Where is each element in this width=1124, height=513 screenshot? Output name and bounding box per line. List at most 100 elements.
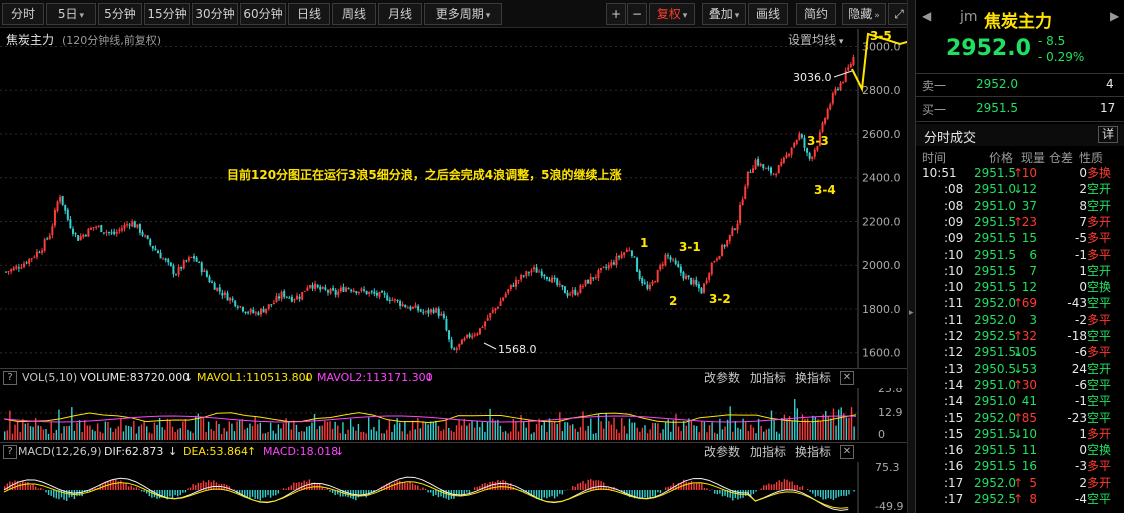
macd-histogram-bar bbox=[582, 480, 584, 490]
candle-body bbox=[393, 298, 396, 301]
panel-splitter[interactable]: ▸ bbox=[907, 0, 915, 513]
macd-histogram-bar bbox=[721, 490, 724, 497]
down-arrow-icon: ↓ bbox=[303, 371, 313, 384]
candle-body bbox=[530, 270, 533, 273]
volume-bar bbox=[605, 413, 607, 440]
candle-body bbox=[223, 292, 226, 296]
divider bbox=[916, 73, 1124, 74]
prev-symbol-icon[interactable]: ◀ bbox=[922, 9, 931, 23]
volume-bar bbox=[768, 428, 770, 440]
macd-histogram-bar bbox=[269, 490, 272, 498]
ma-settings-dropdown[interactable]: 设置均线 ▾ bbox=[788, 31, 843, 48]
macd-histogram-bar bbox=[597, 480, 600, 490]
macd-histogram-bar bbox=[812, 490, 814, 494]
price-chart-pane: 3000.0 2800.0 2600.0 2400.0 2200.0 2000.0 1800… bbox=[0, 29, 912, 368]
volume-bar bbox=[40, 426, 42, 440]
candle-body bbox=[321, 286, 324, 289]
candle-body bbox=[244, 311, 247, 314]
volume-bar bbox=[109, 427, 112, 440]
low-marker-label: 1568.0 bbox=[498, 343, 537, 356]
collapse-arrow-icon[interactable]: ▸ bbox=[909, 308, 914, 318]
tick-time: :12 bbox=[944, 345, 964, 360]
candle-body bbox=[296, 295, 299, 300]
volume-bar bbox=[308, 426, 311, 440]
ticks-list[interactable]: 10:51 2951.5 ↑ 10 0 多换:08 2951.0 ↓ 12 2 空开:08 2951.… bbox=[916, 165, 1124, 513]
volume-bar bbox=[424, 422, 427, 440]
candle-body bbox=[713, 261, 716, 263]
macd-histogram-bar bbox=[182, 490, 184, 493]
candle-body bbox=[270, 304, 273, 306]
high-marker-label: 3036.0 bbox=[793, 71, 832, 84]
candle-body bbox=[146, 235, 149, 239]
macd-histogram-bar bbox=[187, 488, 189, 490]
close-icon[interactable]: ✕ bbox=[840, 371, 854, 385]
more-periods-dropdown[interactable]: 更多周期 ▾ bbox=[424, 3, 502, 25]
volume-bar-chart[interactable]: 25.8 12.9 0 bbox=[0, 388, 912, 440]
candle-body bbox=[576, 293, 579, 295]
macd-histogram-bar bbox=[502, 479, 504, 490]
candlestick-chart[interactable]: 3000.02800.02600.02400.02200.02000.01800… bbox=[0, 29, 912, 368]
close-icon[interactable]: ✕ bbox=[840, 445, 854, 459]
help-icon[interactable]: ? bbox=[3, 371, 17, 385]
hide-button[interactable]: 隐藏» bbox=[842, 3, 886, 25]
detail-button[interactable]: 详 bbox=[1098, 126, 1118, 143]
macd-chart[interactable]: 75.3 -49.9 bbox=[0, 462, 912, 513]
macd-swap-indicator-button[interactable]: 换指标 bbox=[795, 443, 831, 461]
macd-histogram-bar bbox=[45, 490, 47, 493]
col-nature: 性质 bbox=[1079, 151, 1104, 165]
candle-body bbox=[298, 296, 301, 299]
draw-line-button[interactable]: 画线 bbox=[748, 3, 788, 25]
period-tab-monthly[interactable]: 月线 bbox=[378, 3, 422, 25]
zoom-out-button[interactable]: − bbox=[627, 3, 647, 25]
zoom-in-button[interactable]: + bbox=[606, 3, 626, 25]
volume-bar bbox=[659, 432, 662, 440]
macd-histogram-bar bbox=[179, 490, 181, 496]
volume-bar bbox=[574, 428, 576, 440]
period-tab-5min[interactable]: 5分钟 bbox=[98, 3, 142, 25]
candle-body bbox=[33, 256, 36, 258]
wave-label: 1 bbox=[640, 236, 648, 250]
tick-volume: 5 bbox=[1029, 475, 1037, 490]
y-tick-label: 12.9 bbox=[878, 406, 903, 419]
candle-body bbox=[141, 231, 144, 236]
period-tab-5day[interactable]: 5日 ▾ bbox=[46, 3, 96, 25]
vol-params-button[interactable]: 改参数 bbox=[704, 369, 740, 387]
macd-histogram-bar bbox=[760, 488, 762, 490]
volume-bar bbox=[453, 431, 455, 440]
period-tab-30min[interactable]: 30分钟 bbox=[192, 3, 238, 25]
macd-histogram-bar bbox=[378, 490, 380, 491]
volume-bar bbox=[290, 429, 292, 440]
tick-nature: 多平 bbox=[1087, 247, 1112, 262]
macd-params-button[interactable]: 改参数 bbox=[704, 443, 740, 461]
candle-body bbox=[708, 273, 711, 280]
macd-histogram-bar bbox=[288, 487, 290, 490]
simple-mode-button[interactable]: 简约 bbox=[796, 3, 836, 25]
volume-bar bbox=[58, 409, 60, 440]
candle-body bbox=[507, 289, 510, 293]
volume-bar bbox=[587, 425, 589, 440]
period-tab-daily[interactable]: 日线 bbox=[288, 3, 330, 25]
next-symbol-icon[interactable]: ▶ bbox=[1110, 9, 1119, 23]
candle-body bbox=[638, 270, 641, 279]
tick-price: 2950.5 bbox=[974, 361, 1016, 376]
tick-time: :15 bbox=[944, 410, 964, 425]
period-tab-timeshare[interactable]: 分时 bbox=[2, 3, 44, 25]
ask-price: 2952.0 bbox=[976, 77, 1018, 91]
period-tab-60min[interactable]: 60分钟 bbox=[240, 3, 286, 25]
chevron-down-icon: ▾ bbox=[836, 37, 844, 47]
volume-bar bbox=[342, 422, 344, 440]
candle-body bbox=[540, 271, 543, 276]
adjust-dropdown[interactable]: 复权 ▾ bbox=[649, 3, 695, 25]
period-tab-15min[interactable]: 15分钟 bbox=[144, 3, 190, 25]
period-tab-weekly[interactable]: 周线 bbox=[332, 3, 376, 25]
vol-add-indicator-button[interactable]: 加指标 bbox=[750, 369, 786, 387]
tick-nature: 空平 bbox=[1087, 410, 1112, 425]
overlay-dropdown[interactable]: 叠加 ▾ bbox=[702, 3, 746, 25]
volume-bar bbox=[840, 407, 842, 440]
macd-histogram-bar bbox=[272, 490, 274, 496]
fullscreen-icon: ⤢ bbox=[894, 7, 904, 21]
help-icon[interactable]: ? bbox=[3, 445, 17, 459]
candle-body bbox=[744, 186, 747, 199]
macd-add-indicator-button[interactable]: 加指标 bbox=[750, 443, 786, 461]
vol-swap-indicator-button[interactable]: 换指标 bbox=[795, 369, 831, 387]
